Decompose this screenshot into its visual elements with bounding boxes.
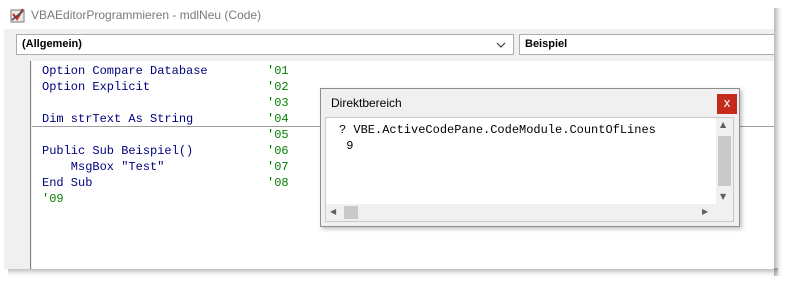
procedure-dropdown[interactable]: Beispiel bbox=[519, 34, 774, 55]
vertical-scrollbar[interactable]: ▲ ▼ bbox=[716, 118, 733, 205]
scroll-right-icon[interactable]: ▶ bbox=[702, 207, 708, 216]
code-line[interactable]: End Sub bbox=[42, 175, 92, 191]
code-line-comment[interactable]: '09 bbox=[42, 191, 64, 207]
immediate-input-line[interactable]: ? VBE.ActiveCodePane.CodeModule.CountOfL… bbox=[339, 122, 656, 138]
line-comment: '07 bbox=[267, 160, 289, 174]
code-line[interactable]: Option Explicit bbox=[42, 79, 150, 95]
line-comment: '04 bbox=[267, 112, 289, 126]
line-comment: '08 bbox=[267, 176, 289, 190]
code-line[interactable]: Option Compare Database bbox=[42, 63, 208, 79]
code-line[interactable]: Public Sub Beispiel() bbox=[42, 143, 193, 159]
immediate-window-titlebar[interactable]: Direktbereich x bbox=[321, 89, 739, 117]
procedure-dropdown-value: Beispiel bbox=[525, 38, 568, 50]
horizontal-scroll-thumb[interactable] bbox=[344, 206, 358, 219]
window-title: VBAEditorProgrammieren - mdlNeu (Code) bbox=[31, 8, 262, 22]
line-comment: '01 bbox=[267, 64, 289, 78]
close-button[interactable]: x bbox=[717, 94, 737, 114]
vba-editor-icon bbox=[10, 8, 25, 23]
line-comment: '05 bbox=[267, 128, 289, 142]
window-shadow-bottom bbox=[8, 268, 778, 277]
scroll-down-icon[interactable]: ▼ bbox=[720, 192, 726, 201]
vertical-scroll-thumb[interactable] bbox=[718, 136, 731, 186]
immediate-output-line[interactable]: 9 bbox=[339, 138, 353, 154]
object-dropdown-value: (Allgemein) bbox=[22, 38, 82, 50]
vba-code-window: VBAEditorProgrammieren - mdlNeu (Code) (… bbox=[4, 3, 774, 269]
code-line[interactable]: MsgBox "Test" bbox=[42, 159, 165, 175]
immediate-window-title: Direktbereich bbox=[331, 96, 402, 110]
window-shadow-right bbox=[774, 8, 782, 276]
scrollbar-corner bbox=[716, 204, 733, 221]
line-comment: '02 bbox=[267, 80, 289, 94]
line-comment: '03 bbox=[267, 96, 289, 110]
immediate-window-content[interactable]: ? VBE.ActiveCodePane.CodeModule.CountOfL… bbox=[325, 117, 734, 222]
immediate-window: Direktbereich x ? VBE.ActiveCodePane.Cod… bbox=[320, 88, 740, 227]
horizontal-scrollbar[interactable]: ◀ ▶ bbox=[326, 204, 716, 221]
line-comment: '06 bbox=[267, 144, 289, 158]
code-line[interactable]: Dim strText As String bbox=[42, 111, 193, 127]
scroll-left-icon[interactable]: ◀ bbox=[330, 207, 336, 216]
margin-indicator-bar[interactable] bbox=[8, 61, 31, 269]
object-dropdown[interactable]: (Allgemein) bbox=[16, 34, 514, 55]
window-titlebar[interactable]: VBAEditorProgrammieren - mdlNeu (Code) bbox=[4, 3, 774, 29]
chevron-down-icon[interactable] bbox=[496, 42, 506, 48]
scroll-up-icon[interactable]: ▲ bbox=[720, 120, 726, 129]
